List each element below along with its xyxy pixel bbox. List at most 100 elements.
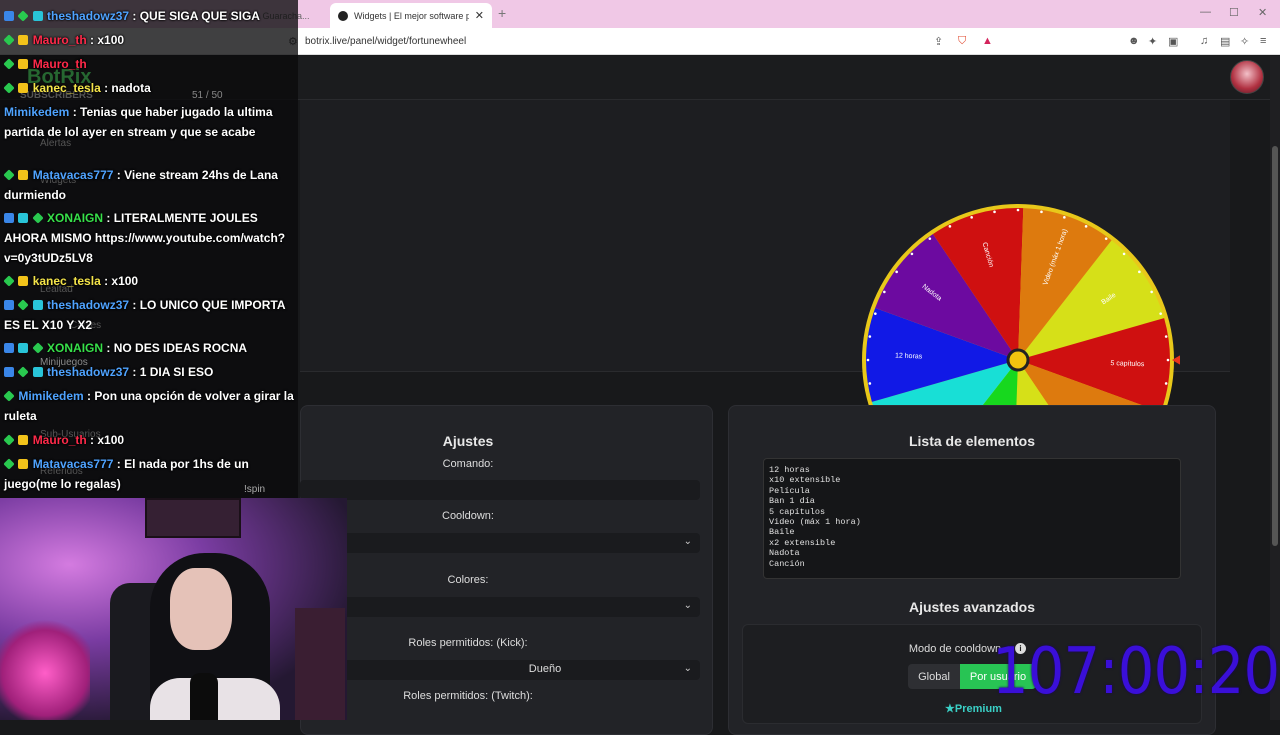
wheel-dot <box>1084 225 1088 228</box>
chat-message: Mimikedem : Tenias que haber jugado la u… <box>4 102 296 142</box>
cyan-badge-icon <box>18 343 29 353</box>
green-badge-icon <box>32 342 44 354</box>
wheel-dot <box>993 210 996 214</box>
yellow-badge-icon <box>18 83 29 93</box>
wheel-dot <box>1138 270 1141 274</box>
chat-message: theshadowz37 : QUE SIGA QUE SIGA <box>4 6 296 26</box>
close-tab-icon[interactable]: ✕ <box>475 9 484 22</box>
url-field[interactable]: botrix.live/panel/widget/fortunewheel <box>305 36 466 47</box>
sidebar-icon[interactable]: ▤ <box>1220 35 1230 48</box>
wheel-segment-label: 12 horas <box>895 353 923 361</box>
rewards-icon[interactable]: ▲ <box>982 35 993 47</box>
screenshot-icon[interactable]: ▣ <box>1168 35 1178 48</box>
cyan-badge-icon <box>32 367 43 377</box>
brave-shield-icon[interactable]: ⛉ <box>958 35 966 48</box>
maximize-icon[interactable]: ☐ <box>1229 6 1239 19</box>
chat-username[interactable]: theshadowz37 <box>47 9 129 23</box>
kick-roles-select[interactable]: Dueño ⌄ <box>300 660 700 680</box>
chat-text: : x100 <box>100 274 139 288</box>
green-badge-icon <box>3 390 15 402</box>
chat-username[interactable]: Mauro_th <box>33 433 87 447</box>
yellow-badge-icon <box>18 459 29 469</box>
cyan-badge-icon <box>32 11 43 21</box>
chat-username[interactable]: theshadowz37 <box>47 365 129 379</box>
wheel-dot <box>868 382 872 385</box>
tab-active[interactable]: Widgets | El mejor software para... ✕ <box>330 3 492 28</box>
star-icon: ★ <box>945 703 955 715</box>
wheel-dot <box>970 216 973 219</box>
blue-badge-icon <box>4 343 14 353</box>
chat-username[interactable]: Mimikedem <box>4 105 69 119</box>
chat-text: : NO DES IDEAS ROCNA <box>103 341 248 355</box>
shelf <box>295 608 345 720</box>
wheel-hub[interactable] <box>1006 348 1030 372</box>
chat-username[interactable]: Mimikedem <box>18 389 83 403</box>
chat-text: : QUE SIGA QUE SIGA <box>129 9 260 23</box>
command-input[interactable] <box>300 480 700 500</box>
chat-username[interactable]: XONAIGN <box>47 341 103 355</box>
wheel-dot <box>895 270 898 274</box>
chat-message: Mimikedem : Pon una opción de volver a g… <box>3 386 296 426</box>
scrollbar-thumb[interactable] <box>1272 146 1278 546</box>
wheel-dot <box>1104 237 1108 240</box>
cooldown-label: Cooldown: <box>442 510 494 522</box>
streamer-face <box>170 568 232 650</box>
chat-username[interactable]: Matavacas777 <box>33 168 114 182</box>
microphone <box>190 673 218 720</box>
colors-label: Colores: <box>447 574 489 586</box>
chevron-down-icon: ⌄ <box>683 600 692 611</box>
chat-username[interactable]: theshadowz37 <box>47 298 129 312</box>
webcam-feed <box>0 498 347 720</box>
chat-username[interactable]: Matavacas777 <box>33 457 114 471</box>
extension-icon[interactable]: ☻ <box>1128 35 1140 47</box>
wheel-dot <box>1063 216 1066 219</box>
ai-icon[interactable]: ✧ <box>1240 35 1249 48</box>
green-badge-icon <box>3 82 15 94</box>
cooldown-global-button[interactable]: Global <box>908 664 960 689</box>
media-icon[interactable]: ♫ <box>1200 35 1208 47</box>
menu-icon[interactable]: ≡ <box>1260 35 1266 47</box>
wheel-dot <box>928 237 932 240</box>
yellow-badge-icon <box>18 276 29 286</box>
favicon-icon <box>338 10 348 21</box>
green-badge-icon <box>3 275 15 287</box>
share-icon[interactable]: ⇪ <box>934 35 943 48</box>
chat-message: kanec_tesla : nadota <box>3 78 296 98</box>
chat-username[interactable]: Mauro_th <box>33 33 87 47</box>
blue-badge-icon <box>4 213 14 223</box>
wheel-dot <box>948 225 952 228</box>
scrollbar[interactable] <box>1270 56 1280 720</box>
wheel-dot <box>866 358 870 362</box>
chat-username[interactable]: kanec_tesla <box>33 81 101 95</box>
cooldown-select[interactable]: ⌄ <box>300 533 700 553</box>
subathon-timer: 107:00:20 <box>992 635 1280 709</box>
new-tab-icon[interactable]: + <box>498 5 506 21</box>
chat-username[interactable]: Mauro_th <box>33 57 87 71</box>
kick-roles-label: Roles permitidos: (Kick): <box>408 637 528 649</box>
cyan-badge-icon <box>32 300 43 310</box>
colors-select[interactable]: ⌄ <box>300 597 700 617</box>
green-badge-icon <box>17 366 30 378</box>
wheel-dot <box>1040 210 1043 214</box>
chat-username[interactable]: XONAIGN <box>47 211 103 225</box>
wheel-dot <box>883 290 886 294</box>
avatar[interactable] <box>1230 60 1264 94</box>
twitch-roles-label: Roles permitidos: (Twitch): <box>403 690 533 702</box>
settings-title: Ajustes <box>442 433 494 449</box>
chat-username[interactable]: kanec_tesla <box>33 274 101 288</box>
elements-textarea[interactable]: 12 horas x10 extensible Película Ban 1 d… <box>763 458 1181 579</box>
yellow-badge-icon <box>18 435 29 445</box>
settings-card <box>300 405 713 735</box>
green-badge-icon <box>3 458 15 470</box>
yellow-badge-icon <box>18 35 29 45</box>
green-badge-icon <box>3 34 15 46</box>
pink-lamp <box>0 618 90 720</box>
kick-roles-value: Dueño <box>528 663 562 675</box>
puzzle-icon[interactable]: ✦ <box>1148 35 1157 48</box>
close-window-icon[interactable]: ✕ <box>1258 6 1267 19</box>
chat-overlay: BotRix SUBSCRIBERS 51 / 50 Alertas Widge… <box>0 0 298 498</box>
minimize-icon[interactable]: — <box>1200 6 1211 18</box>
wall-frame <box>145 498 241 538</box>
chat-message: Matavacas777 : El nada por 1hs de un jue… <box>3 454 296 494</box>
blue-badge-icon <box>4 367 14 377</box>
